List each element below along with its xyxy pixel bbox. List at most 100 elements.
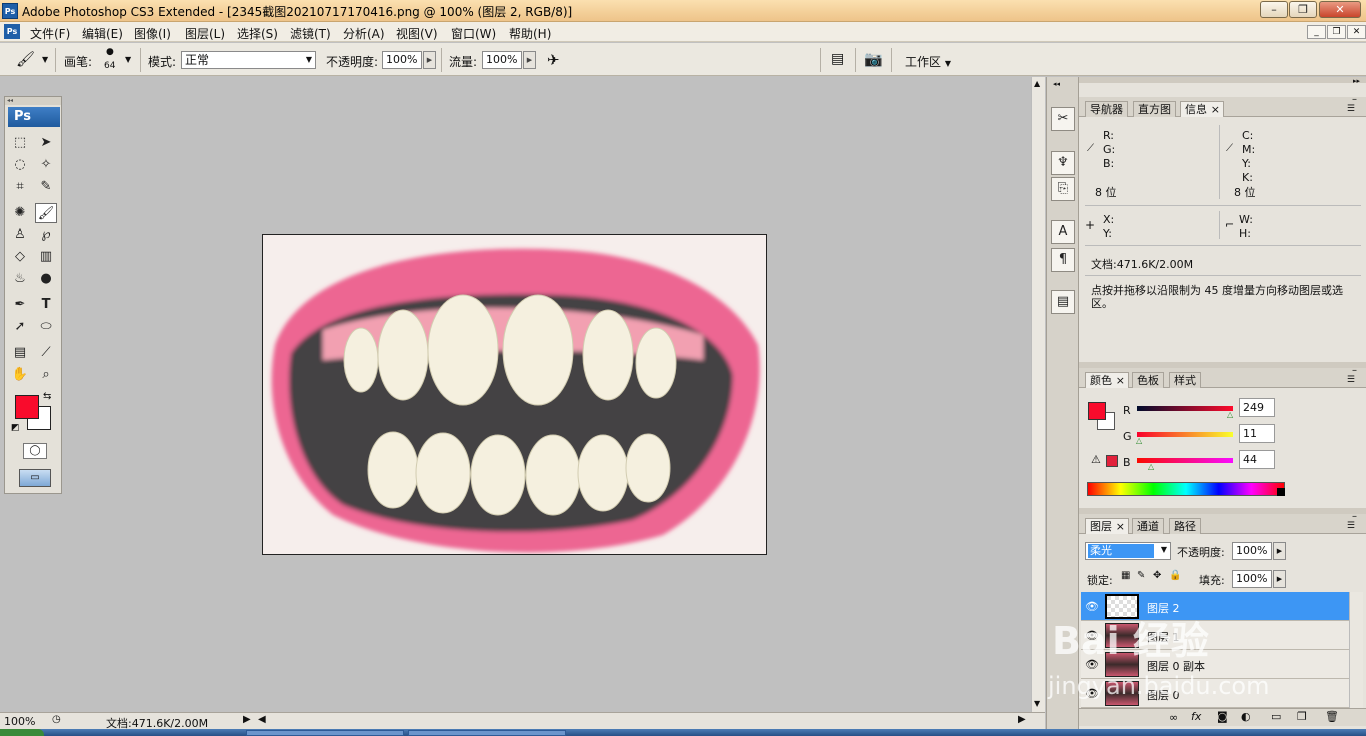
bridge-icon[interactable]: 📷 <box>864 50 883 68</box>
lasso-tool-icon[interactable]: ◌ <box>9 155 31 175</box>
tab-styles[interactable]: 样式 <box>1169 372 1201 388</box>
tab-histogram[interactable]: 直方图 <box>1133 101 1176 117</box>
tab-info[interactable]: 信息 × <box>1180 101 1224 117</box>
panel-menu-icon[interactable]: ☰ <box>1347 375 1355 385</box>
menu-analysis[interactable]: 分析(A) <box>343 25 385 42</box>
scroll-right-icon[interactable]: ▶ <box>1018 714 1026 725</box>
slider-handle-icon[interactable]: △ <box>1148 462 1154 471</box>
add-mask-icon[interactable]: ◙ <box>1217 710 1228 723</box>
channel-b-input[interactable]: 44 <box>1239 450 1275 469</box>
channel-g-slider[interactable] <box>1137 432 1233 437</box>
brush-size[interactable]: 64 <box>104 61 115 71</box>
fill-arrow[interactable]: ▶ <box>1273 570 1286 588</box>
gradient-tool-icon[interactable]: ▥ <box>35 247 57 267</box>
tab-layers[interactable]: 图层 × <box>1085 518 1129 534</box>
layer-opacity-input[interactable]: 100% <box>1232 542 1272 560</box>
marquee-tool-icon[interactable]: ⬚ <box>9 133 31 153</box>
slider-handle-icon[interactable]: △ <box>1136 436 1142 445</box>
taskbar-item[interactable] <box>246 730 404 736</box>
menu-file[interactable]: 文件(F) <box>30 25 70 42</box>
collapse-icon[interactable]: ◂◂ <box>1053 80 1060 88</box>
toolbox-grip[interactable]: ◂◂ <box>5 97 61 105</box>
doc-restore-button[interactable]: ❐ <box>1327 25 1346 39</box>
flow-input[interactable]: 100% <box>482 51 522 69</box>
scroll-left-icon[interactable]: ◀ <box>258 714 266 725</box>
menu-window[interactable]: 窗口(W) <box>451 25 496 42</box>
close-icon[interactable]: × <box>1116 373 1125 388</box>
paragraph-icon[interactable]: ¶ <box>1051 248 1075 272</box>
tab-navigator[interactable]: 导航器 <box>1085 101 1128 117</box>
toolbox-logo[interactable]: Ps <box>8 107 60 127</box>
slice-tool-icon[interactable]: ✎ <box>35 177 57 197</box>
tab-channels[interactable]: 通道 <box>1132 518 1164 534</box>
layer-comps-icon[interactable]: ▤ <box>1051 290 1075 314</box>
character-icon[interactable]: A <box>1051 220 1075 244</box>
new-group-icon[interactable]: ▭ <box>1271 710 1281 723</box>
path-select-icon[interactable]: ➚ <box>9 317 31 337</box>
maximize-button[interactable]: ❐ <box>1289 1 1317 18</box>
foreground-color-swatch-top[interactable] <box>15 395 39 419</box>
lock-all-icon[interactable]: 🔒 <box>1169 570 1181 581</box>
notes-tool-icon[interactable]: ▤ <box>9 343 31 363</box>
menu-image[interactable]: 图像(I) <box>134 25 171 42</box>
quick-mask-icon[interactable]: ◯ <box>23 443 47 459</box>
history-brush-icon[interactable]: ℘ <box>35 225 57 245</box>
tab-paths[interactable]: 路径 <box>1169 518 1201 534</box>
color-ramp-black[interactable] <box>1277 488 1285 496</box>
status-menu-icon[interactable]: ◷ <box>52 714 61 725</box>
pen-tool-icon[interactable]: ✒ <box>9 295 31 315</box>
lock-position-icon[interactable]: ✥ <box>1153 570 1161 581</box>
layer-opacity-arrow[interactable]: ▶ <box>1273 542 1286 560</box>
taskbar-item[interactable] <box>408 730 566 736</box>
panel-menu-icon[interactable]: ☰ <box>1347 104 1355 114</box>
zoom-level[interactable]: 100% <box>4 715 35 728</box>
slider-handle-icon[interactable]: △ <box>1227 410 1233 419</box>
channel-g-input[interactable]: 11 <box>1239 424 1275 443</box>
menu-help[interactable]: 帮助(H) <box>509 25 551 42</box>
gamut-warning-icon[interactable]: ⚠ <box>1091 453 1101 466</box>
delete-layer-icon[interactable]: 🗑 <box>1325 710 1339 723</box>
brush-dot-icon[interactable]: ● <box>106 47 114 57</box>
close-icon[interactable]: × <box>1211 102 1220 117</box>
gamut-swatch[interactable] <box>1106 455 1118 467</box>
color-fg-swatch[interactable] <box>1088 402 1106 420</box>
type-tool-icon[interactable]: T <box>35 295 57 315</box>
channel-r-slider[interactable] <box>1137 406 1233 411</box>
default-colors-icon[interactable]: ◩ <box>11 423 20 433</box>
dodge-tool-icon[interactable]: ● <box>35 269 57 289</box>
document-canvas[interactable] <box>262 234 767 555</box>
doc-minimize-button[interactable]: _ <box>1307 25 1326 39</box>
move-tool-icon[interactable]: ➤ <box>35 133 57 153</box>
fill-input[interactable]: 100% <box>1232 570 1272 588</box>
close-button[interactable]: ✕ <box>1319 1 1361 18</box>
magic-wand-icon[interactable]: ✧ <box>35 155 57 175</box>
canvas-vertical-scrollbar[interactable]: ▲ ▼ <box>1031 77 1045 712</box>
swap-colors-icon[interactable]: ⇆ <box>43 391 51 402</box>
menu-layer[interactable]: 图层(L) <box>185 25 225 42</box>
tab-swatches[interactable]: 色板 <box>1132 372 1164 388</box>
menu-view[interactable]: 视图(V) <box>396 25 438 42</box>
chevron-down-icon[interactable]: ▼ <box>42 55 48 64</box>
palette-well-icon[interactable]: ▤ <box>831 51 844 67</box>
expand-icon[interactable]: ▸▸ <box>1353 77 1360 85</box>
status-arrow-icon[interactable]: ▶ <box>243 714 251 725</box>
hand-tool-icon[interactable]: ✋ <box>9 365 31 385</box>
menu-edit[interactable]: 编辑(E) <box>82 25 123 42</box>
lock-transparent-icon[interactable]: ▦ <box>1121 570 1130 581</box>
start-button[interactable] <box>0 729 44 736</box>
brushes-icon[interactable]: ♆ <box>1051 151 1075 175</box>
document-icon[interactable]: Ps <box>4 24 20 39</box>
menu-select[interactable]: 选择(S) <box>237 25 278 42</box>
color-ramp[interactable] <box>1087 482 1285 496</box>
brush-tool-icon[interactable]: 🖌 <box>16 50 35 68</box>
panel-menu-icon[interactable]: ☰ <box>1347 521 1355 531</box>
chevron-down-icon[interactable]: ▼ <box>125 55 131 64</box>
opacity-input[interactable]: 100% <box>382 51 422 69</box>
clone-source-icon[interactable]: ⎘ <box>1051 177 1075 201</box>
blur-tool-icon[interactable]: ♨ <box>9 269 31 289</box>
zoom-tool-icon[interactable]: ⌕ <box>35 365 57 385</box>
lock-image-icon[interactable]: ✎ <box>1137 570 1145 581</box>
flow-arrow-button[interactable]: ▶ <box>523 51 536 69</box>
adjustment-layer-icon[interactable]: ◐ <box>1241 710 1251 723</box>
tab-color[interactable]: 颜色 × <box>1085 372 1129 388</box>
